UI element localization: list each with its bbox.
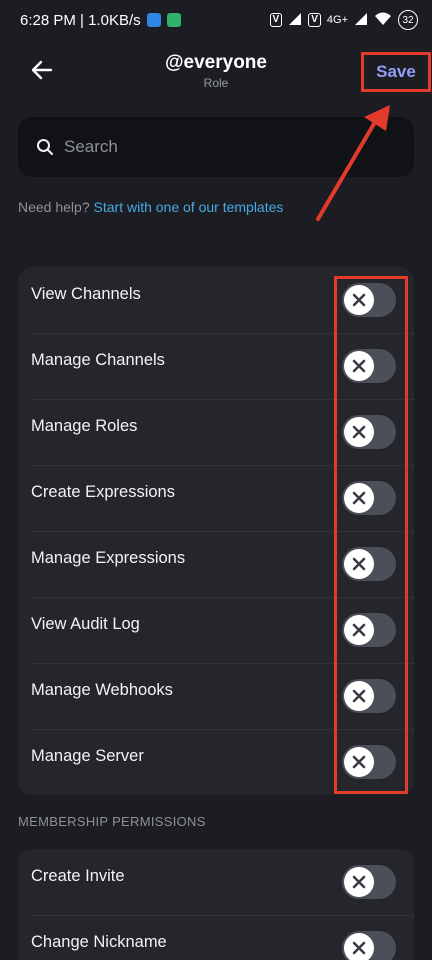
signal-icon (288, 12, 302, 29)
header: @everyone Role Save (0, 40, 432, 100)
toggle-knob (344, 417, 374, 447)
volte-icon: V (269, 13, 283, 27)
status-bar: 6:28 PM | 1.0KB/s V V 4G+ 32 (0, 0, 432, 40)
permission-row-create-expressions: Create Expressions (18, 465, 414, 531)
battery-icon: 32 (398, 10, 418, 30)
role-permissions-screen: 6:28 PM | 1.0KB/s V V 4G+ 32 @everyone R… (0, 0, 432, 960)
permission-label: View Audit Log (31, 614, 140, 633)
membership-section-heading: MEMBERSHIP PERMISSIONS (18, 814, 206, 829)
permission-row-view-channels: View Channels (18, 267, 414, 333)
close-icon (352, 425, 366, 439)
permission-label: Create Invite (31, 866, 125, 885)
general-permissions-card: View Channels Manage Channels Manage Roles… (18, 267, 414, 795)
app-notification-icon (146, 13, 161, 27)
permission-row-manage-server: Manage Server (18, 729, 414, 795)
permission-label: Create Expressions (31, 482, 175, 501)
permission-toggle[interactable] (342, 283, 396, 317)
permission-row-manage-channels: Manage Channels (18, 333, 414, 399)
signal-icon-2 (354, 12, 368, 29)
android-notification-icon (166, 13, 181, 27)
status-time: 6:28 PM | 1.0KB/s (20, 11, 141, 29)
close-icon (352, 875, 366, 889)
permission-toggle[interactable] (342, 547, 396, 581)
close-icon (352, 293, 366, 307)
close-icon (352, 755, 366, 769)
permission-row-manage-expressions: Manage Expressions (18, 531, 414, 597)
close-icon (352, 359, 366, 373)
templates-link[interactable]: Start with one of our templates (94, 199, 284, 215)
wifi-icon (374, 12, 392, 29)
permission-row-create-invite: Create Invite (18, 849, 414, 915)
toggle-knob (344, 351, 374, 381)
annotation-arrow-icon (316, 105, 390, 221)
permission-toggle[interactable] (342, 613, 396, 647)
toggle-knob (344, 681, 374, 711)
help-text: Need help? Start with one of our templat… (18, 199, 283, 215)
membership-permissions-card: Create Invite Change Nickname (18, 849, 414, 960)
permission-row-change-nickname: Change Nickname (18, 915, 414, 960)
permission-toggle[interactable] (342, 865, 396, 899)
toggle-knob (344, 483, 374, 513)
permission-label: Manage Channels (31, 350, 165, 369)
network-type: 4G+ (326, 14, 348, 26)
toggle-knob (344, 285, 374, 315)
permission-label: Manage Server (31, 746, 144, 765)
search-icon (37, 139, 53, 155)
toggle-knob (344, 867, 374, 897)
permission-label: Manage Roles (31, 416, 138, 435)
toggle-knob (344, 549, 374, 579)
help-prefix: Need help? (18, 199, 90, 215)
toggle-knob (344, 933, 374, 960)
close-icon (352, 623, 366, 637)
save-button[interactable]: Save (361, 52, 431, 92)
close-icon (352, 491, 366, 505)
permission-row-manage-webhooks: Manage Webhooks (18, 663, 414, 729)
permission-toggle[interactable] (342, 745, 396, 779)
close-icon (352, 941, 366, 955)
close-icon (352, 557, 366, 571)
permission-label: Manage Webhooks (31, 680, 173, 699)
permission-row-view-audit-log: View Audit Log (18, 597, 414, 663)
permission-toggle[interactable] (342, 415, 396, 449)
close-icon (352, 689, 366, 703)
permission-label: Manage Expressions (31, 548, 186, 567)
toggle-knob (344, 747, 374, 777)
permission-toggle[interactable] (342, 349, 396, 383)
permission-toggle[interactable] (342, 481, 396, 515)
permission-label: Change Nickname (31, 932, 167, 951)
permission-toggle[interactable] (342, 679, 396, 713)
volte-icon-2: V (308, 13, 321, 27)
status-left: 6:28 PM | 1.0KB/s (20, 12, 181, 29)
permission-label: View Channels (31, 284, 141, 303)
permission-row-manage-roles: Manage Roles (18, 399, 414, 465)
toggle-knob (344, 615, 374, 645)
status-right: V V 4G+ 32 (269, 10, 418, 30)
permission-toggle[interactable] (342, 931, 396, 960)
